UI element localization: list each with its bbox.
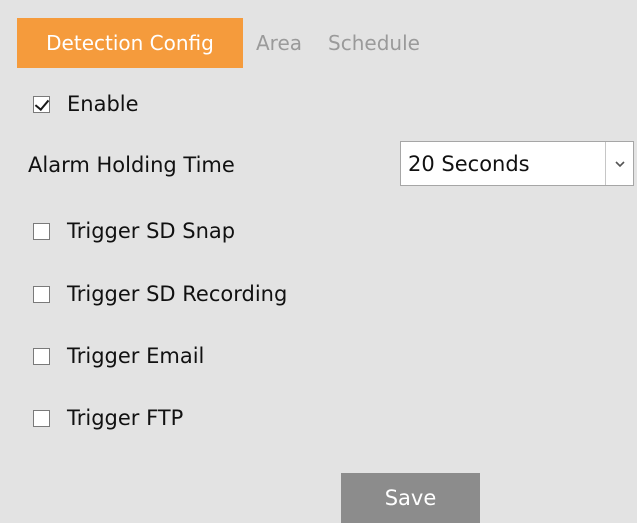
enable-label: Enable [67, 92, 139, 116]
trigger-sd-recording-label: Trigger SD Recording [67, 282, 288, 306]
trigger-email-label: Trigger Email [67, 344, 205, 368]
enable-checkbox[interactable] [33, 95, 50, 113]
checkmark-icon [34, 95, 50, 111]
tab-schedule[interactable]: Schedule [315, 18, 433, 68]
trigger-sd-snap-checkbox[interactable] [33, 222, 50, 240]
trigger-sd-snap-row: Trigger SD Snap [33, 216, 235, 246]
alarm-holding-time-select[interactable]: 20 Seconds [400, 141, 634, 186]
enable-row: Enable [33, 89, 139, 119]
dropdown-toggle[interactable] [605, 142, 633, 185]
trigger-ftp-checkbox[interactable] [33, 409, 50, 427]
trigger-sd-recording-checkbox[interactable] [33, 285, 50, 303]
alarm-holding-time-label: Alarm Holding Time [28, 153, 235, 177]
save-button[interactable]: Save [341, 473, 480, 523]
trigger-sd-snap-label: Trigger SD Snap [67, 219, 236, 243]
tab-bar: Detection Config Area Schedule [17, 18, 433, 68]
trigger-ftp-label: Trigger FTP [67, 406, 184, 430]
trigger-email-row: Trigger Email [33, 341, 204, 371]
tab-detection-config[interactable]: Detection Config [17, 18, 243, 68]
alarm-holding-time-value: 20 Seconds [408, 151, 530, 176]
trigger-sd-recording-row: Trigger SD Recording [33, 279, 287, 309]
trigger-ftp-row: Trigger FTP [33, 403, 183, 433]
chevron-down-icon [614, 160, 625, 167]
tab-area[interactable]: Area [243, 18, 315, 68]
trigger-email-checkbox[interactable] [33, 347, 50, 365]
